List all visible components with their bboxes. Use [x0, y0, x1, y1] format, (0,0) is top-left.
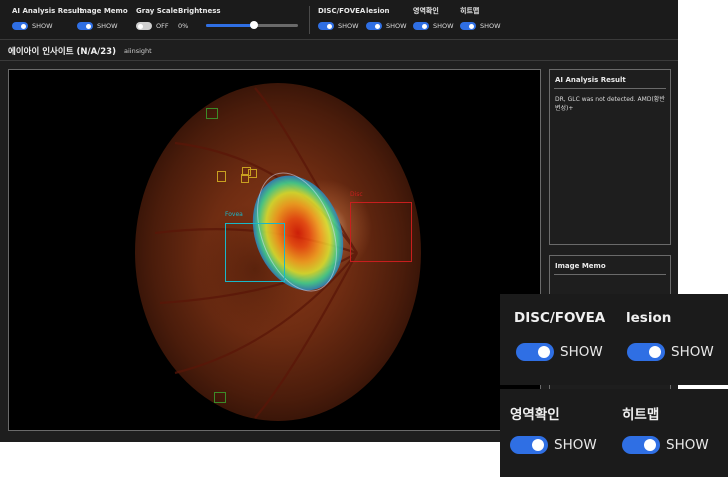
gray-scale-label: Gray Scale [136, 7, 178, 15]
heatmap-toggle-group: 히트맵 SHOW [460, 6, 501, 31]
disc-fovea-toggle[interactable] [318, 22, 334, 30]
disc-fovea-toggle-group: DISC/FOVEA SHOW [318, 6, 365, 31]
image-memo-state: SHOW [97, 22, 118, 30]
region-check-toggle-group: 영역확인 SHOW [413, 6, 454, 31]
brightness-slider-fill [206, 24, 254, 27]
image-memo-label: Image Memo [77, 7, 128, 15]
gray-scale-toggle-group: Gray Scale OFF [136, 6, 178, 31]
disc-fovea-label: DISC/FOVEA [318, 7, 366, 15]
fundus-image-viewer[interactable]: Fovea Disc [8, 69, 541, 431]
lesion-label: lesion [366, 7, 390, 15]
image-memo-toggle-group: Image Memo SHOW [77, 6, 128, 31]
disc-label: Disc [350, 191, 363, 198]
lesion-box[interactable] [217, 171, 226, 182]
toolbar: AI Analysis Result SHOW Image Memo SHOW … [0, 0, 678, 40]
ai-analysis-label: AI Analysis Result [12, 7, 83, 15]
zoom-inset-top: DISC/FOVEA SHOW lesion SHOW [500, 294, 728, 385]
lesion-zoom-label: lesion [626, 310, 672, 326]
brightness-value: 0% [178, 22, 189, 30]
disc-fovea-zoom-label: DISC/FOVEA [514, 310, 606, 326]
disc-box[interactable] [350, 202, 412, 262]
region-check-toggle[interactable] [413, 22, 429, 30]
lesion-zoom-toggle[interactable] [627, 343, 665, 361]
lesion-toggle[interactable] [366, 22, 382, 30]
lesion-state: SHOW [386, 22, 407, 30]
region-check-label: 영역확인 [413, 7, 439, 15]
lesion-box[interactable] [214, 392, 226, 403]
gray-scale-toggle[interactable] [136, 22, 152, 30]
heatmap-zoom-state: SHOW [666, 437, 709, 453]
zoom-inset-bottom: 영역확인 SHOW 히트맵 SHOW [500, 389, 728, 477]
lesion-toggle-group: lesion SHOW [366, 6, 407, 31]
ai-analysis-panel: AI Analysis Result DR, GLC was not detec… [549, 69, 671, 245]
lesion-box[interactable] [248, 169, 257, 178]
lesion-zoom-state: SHOW [671, 344, 714, 360]
image-memo-panel-title: Image Memo [554, 256, 666, 275]
heatmap-toggle[interactable] [460, 22, 476, 30]
region-check-state: SHOW [433, 22, 454, 30]
brightness-slider-thumb[interactable] [249, 21, 258, 29]
brightness-group: Brightness 0% [178, 6, 221, 31]
disc-fovea-state: SHOW [338, 22, 359, 30]
region-check-zoom-label: 영역확인 [510, 407, 560, 423]
lesion-box[interactable] [206, 108, 218, 119]
heatmap-label: 히트맵 [460, 7, 480, 15]
heatmap-state: SHOW [480, 22, 501, 30]
disc-fovea-zoom-state: SHOW [560, 344, 603, 360]
image-memo-toggle[interactable] [77, 22, 93, 30]
ai-analysis-toggle[interactable] [12, 22, 28, 30]
page-subtitle: aiinsight [124, 47, 152, 55]
fovea-box[interactable] [225, 223, 285, 282]
region-check-zoom-toggle[interactable] [510, 436, 548, 454]
title-bar: 에이아이 인사이트 (N/A/23) aiinsight [0, 41, 678, 61]
brightness-slider[interactable] [206, 21, 298, 29]
ai-analysis-text: DR, GLC was not detected. AMD(황반변성)+ [555, 96, 665, 112]
heatmap-zoom-label: 히트맵 [622, 407, 660, 423]
toolbar-divider [309, 6, 310, 34]
region-check-zoom-state: SHOW [554, 437, 597, 453]
ai-analysis-toggle-group: AI Analysis Result SHOW [12, 6, 83, 31]
page-title: 에이아이 인사이트 (N/A/23) [8, 47, 116, 57]
fovea-label: Fovea [225, 211, 243, 218]
ai-analysis-panel-title: AI Analysis Result [554, 70, 666, 89]
ai-analysis-state: SHOW [32, 22, 53, 30]
gray-scale-state: OFF [156, 22, 169, 30]
brightness-label: Brightness [178, 7, 221, 15]
heatmap-zoom-toggle[interactable] [622, 436, 660, 454]
disc-fovea-zoom-toggle[interactable] [516, 343, 554, 361]
